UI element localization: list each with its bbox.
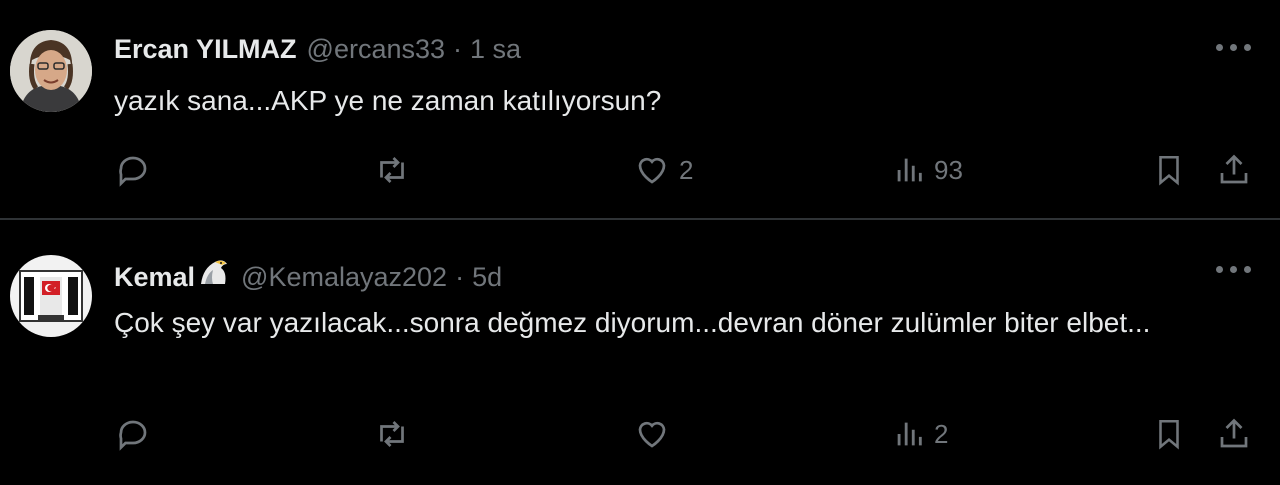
bookmark-button[interactable] <box>1152 416 1186 452</box>
retweet-icon <box>372 416 412 452</box>
timestamp[interactable]: 5d <box>472 262 502 293</box>
retweet-button[interactable] <box>372 416 412 452</box>
share-icon <box>1216 152 1252 188</box>
tweet-text: Çok şey var yazılacak...sonra değmez diy… <box>114 307 1151 338</box>
heart-icon <box>633 152 671 188</box>
bookmark-icon <box>1152 416 1186 452</box>
tweet-text: yazık sana...AKP ye ne zaman katılıyorsu… <box>114 85 662 116</box>
author-handle[interactable]: @ercans33 <box>307 34 445 65</box>
author-handle[interactable]: @Kemalayaz202 <box>241 262 447 293</box>
bookmark-icon <box>1152 152 1186 188</box>
more-icon[interactable] <box>1216 266 1252 276</box>
views-button[interactable]: 93 <box>892 152 963 188</box>
tweet-header: Kemal @Kemalayaz202 · 5d <box>114 256 502 293</box>
author-name[interactable]: Kemal <box>114 262 195 293</box>
timestamp[interactable]: 1 sa <box>470 34 521 65</box>
heart-icon <box>633 416 671 452</box>
view-count: 93 <box>934 154 963 185</box>
retweet-button[interactable] <box>372 152 412 188</box>
share-button[interactable] <box>1216 152 1252 188</box>
bookmark-button[interactable] <box>1152 152 1186 188</box>
share-icon <box>1216 416 1252 452</box>
reply-icon <box>114 416 152 452</box>
avatar[interactable] <box>10 30 92 112</box>
retweet-icon <box>372 152 412 188</box>
share-button[interactable] <box>1216 416 1252 452</box>
reply-icon <box>114 152 152 188</box>
separator-dot: · <box>453 34 463 64</box>
reply-button[interactable] <box>114 152 152 188</box>
separator-dot: · <box>455 262 465 292</box>
views-icon <box>892 152 926 188</box>
tweet-header: Ercan YILMAZ @ercans33 · 1 sa <box>114 34 521 65</box>
views-icon <box>892 416 926 452</box>
like-count: 2 <box>679 154 694 185</box>
eagle-icon <box>197 256 231 286</box>
reply-button[interactable] <box>114 416 152 452</box>
like-button[interactable]: 2 <box>633 152 693 188</box>
avatar[interactable] <box>10 255 92 337</box>
author-name[interactable]: Ercan YILMAZ <box>114 34 297 65</box>
more-icon[interactable] <box>1216 44 1252 54</box>
tweet[interactable]: Ercan YILMAZ @ercans33 · 1 sa yazık sana… <box>0 0 1280 218</box>
views-button[interactable]: 2 <box>892 416 948 452</box>
view-count: 2 <box>934 418 949 449</box>
like-button[interactable] <box>633 416 671 452</box>
